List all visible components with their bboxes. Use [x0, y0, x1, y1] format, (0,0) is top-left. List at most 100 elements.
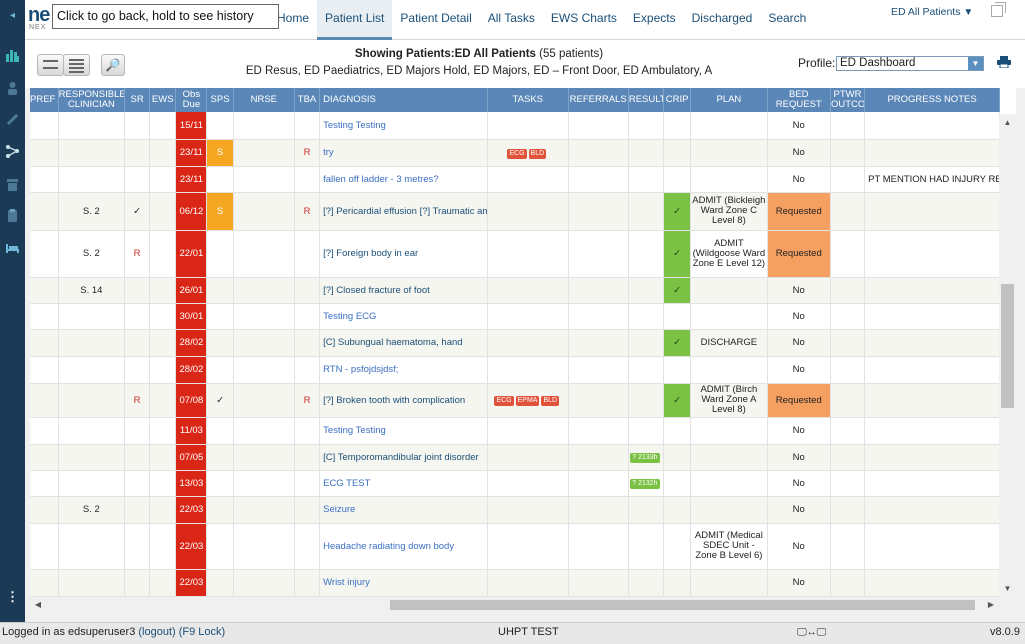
referrals-cell[interactable] — [568, 166, 629, 193]
table-row[interactable]: 30/01 Testing ECG No — [30, 303, 1000, 330]
nav-search[interactable]: Search — [760, 0, 814, 40]
task-badge[interactable]: EPMA — [515, 396, 540, 406]
clipboard-icon[interactable] — [4, 208, 21, 225]
sps-cell[interactable] — [206, 277, 234, 304]
vertical-scroll-thumb[interactable] — [1001, 284, 1014, 408]
ews-cell[interactable] — [149, 277, 177, 304]
col-bed-request[interactable]: BED REQUEST — [767, 88, 831, 112]
ptwr-outcome-cell[interactable] — [830, 303, 866, 330]
tba-cell[interactable] — [294, 277, 321, 304]
obs-due-cell[interactable]: 23/11 — [175, 139, 208, 167]
bed-request-cell[interactable]: Requested — [767, 192, 831, 231]
sr-cell[interactable] — [124, 277, 151, 304]
bed-request-cell[interactable]: No — [767, 277, 831, 304]
crip-cell[interactable]: ✓ — [663, 192, 692, 231]
tba-cell[interactable] — [294, 470, 321, 497]
nav-discharged[interactable]: Discharged — [684, 0, 761, 40]
diagnosis-cell[interactable]: fallen off ladder - 3 metres? — [319, 166, 489, 193]
tba-cell[interactable] — [294, 444, 321, 471]
horizontal-scrollbar[interactable]: ◀ ▶ — [30, 597, 999, 613]
sr-cell[interactable] — [124, 417, 151, 445]
referrals-cell[interactable] — [568, 523, 629, 570]
result-cell[interactable] — [628, 139, 665, 167]
result-cell[interactable] — [628, 230, 665, 278]
bed-request-cell[interactable]: No — [767, 470, 831, 497]
col-tasks[interactable]: TASKS — [487, 88, 569, 112]
ptwr-outcome-cell[interactable] — [830, 523, 866, 570]
table-row[interactable]: 28/02 [C] Subungual haematoma, hand ✓ DISCH… — [30, 329, 1000, 357]
progress-notes-cell[interactable] — [864, 383, 1000, 418]
tba-cell[interactable] — [294, 496, 321, 524]
tasks-cell[interactable] — [487, 356, 569, 384]
table-row[interactable]: 15/11 Testing Testing No — [30, 112, 1000, 140]
diagnosis-cell[interactable]: [C] Subungual haematoma, hand — [319, 329, 489, 357]
diagnosis-cell[interactable]: Seizure — [319, 496, 489, 524]
result-badge[interactable]: ? 2133h — [630, 453, 660, 463]
obs-due-cell[interactable]: 23/11 — [175, 166, 208, 193]
result-cell[interactable] — [628, 192, 665, 231]
diagnosis-cell[interactable]: Testing Testing — [319, 112, 489, 140]
nrse-cell[interactable] — [233, 496, 295, 524]
diagnosis-cell[interactable]: try — [319, 139, 489, 167]
referrals-cell[interactable] — [568, 329, 629, 357]
sps-cell[interactable] — [206, 417, 234, 445]
crip-cell[interactable] — [663, 139, 692, 167]
nrse-cell[interactable] — [233, 383, 295, 418]
crip-cell[interactable] — [663, 569, 692, 597]
nrse-cell[interactable] — [233, 329, 295, 357]
referrals-cell[interactable] — [568, 569, 629, 597]
col-responsible-clinician[interactable]: RESPONSIBLE CLINICIAN — [58, 88, 126, 112]
sr-cell[interactable] — [124, 496, 151, 524]
col-progress-notes[interactable]: PROGRESS NOTES — [864, 88, 1000, 112]
obs-due-cell[interactable]: 07/08 — [175, 383, 208, 418]
referrals-cell[interactable] — [568, 496, 629, 524]
progress-notes-cell[interactable] — [864, 230, 1000, 278]
tba-cell[interactable]: R — [294, 139, 321, 167]
sps-cell[interactable]: S — [206, 139, 234, 167]
sr-cell[interactable] — [124, 470, 151, 497]
tasks-cell[interactable] — [487, 470, 569, 497]
sr-cell[interactable]: R — [124, 383, 151, 418]
task-badge[interactable]: ECG — [507, 148, 527, 159]
progress-notes-cell[interactable] — [864, 356, 1000, 384]
ews-cell[interactable] — [149, 329, 177, 357]
result-cell[interactable]: ? 2132h — [628, 470, 665, 497]
vertical-scrollbar[interactable]: ▲ ▼ — [999, 114, 1016, 597]
dashboard-icon[interactable] — [4, 48, 21, 65]
plan-cell[interactable] — [690, 444, 768, 471]
ews-cell[interactable] — [149, 356, 177, 384]
referrals-cell[interactable] — [568, 417, 629, 445]
plan-cell[interactable] — [690, 496, 768, 524]
diagnosis-cell[interactable]: [?] Pericardial effusion [?] Traumatic a… — [319, 192, 489, 231]
crip-cell[interactable]: ✓ — [663, 383, 692, 418]
ews-cell[interactable] — [149, 230, 177, 278]
diagnosis-cell[interactable]: [C] Temporomandibular joint disorder — [319, 444, 489, 471]
bed-request-cell[interactable]: Requested — [767, 383, 831, 418]
progress-notes-cell[interactable] — [864, 192, 1000, 231]
plan-cell[interactable]: ADMIT (Birch Ward Zone A Level 8) — [690, 383, 768, 418]
progress-notes-cell[interactable] — [864, 569, 1000, 597]
col-result[interactable]: RESULT — [628, 88, 665, 112]
referrals-cell[interactable] — [568, 383, 629, 418]
ews-cell[interactable] — [149, 569, 177, 597]
plan-cell[interactable] — [690, 569, 768, 597]
diagnosis-cell[interactable]: RTN - psfojdsjdsf; — [319, 356, 489, 384]
col-diagnosis[interactable]: DIAGNOSIS — [319, 88, 489, 112]
table-row[interactable]: S. 2 ✓ 06/12 S R [?] Pericardial effusion [?]… — [30, 192, 1000, 231]
tasks-cell[interactable]: ECG EPMA BLD — [487, 383, 569, 418]
diagnosis-cell[interactable]: ECG TEST — [319, 470, 489, 497]
nrse-cell[interactable] — [233, 192, 295, 231]
referrals-cell[interactable] — [568, 356, 629, 384]
nrse-cell[interactable] — [233, 303, 295, 330]
table-row[interactable]: S. 2 R 22/01 [?] Foreign body in ear ✓ ADMIT … — [30, 230, 1000, 278]
tasks-cell[interactable] — [487, 523, 569, 570]
nrse-cell[interactable] — [233, 112, 295, 140]
plan-cell[interactable] — [690, 303, 768, 330]
obs-due-cell[interactable]: 15/11 — [175, 112, 208, 140]
expanded-view-button[interactable] — [63, 54, 90, 76]
table-row[interactable]: 23/11 fallen off ladder - 3 metres? No PT M… — [30, 166, 1000, 193]
crip-cell[interactable]: ✓ — [663, 329, 692, 357]
sps-cell[interactable] — [206, 470, 234, 497]
tba-cell[interactable]: R — [294, 192, 321, 231]
sr-cell[interactable] — [124, 139, 151, 167]
